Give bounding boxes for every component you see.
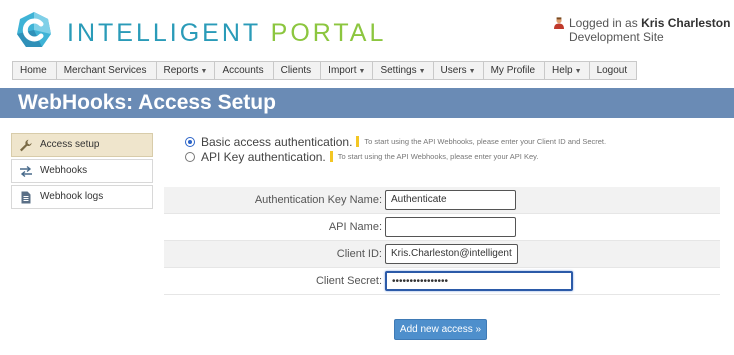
brand-name: INTELLIGENT PORTAL [67, 19, 386, 48]
wrench-icon [20, 139, 32, 152]
nav-item-merchant-services[interactable]: Merchant Services [57, 62, 157, 79]
nav-item-help[interactable]: Help ▼ [545, 62, 590, 79]
nav-item-accounts[interactable]: Accounts [215, 62, 274, 79]
api-name-input[interactable] [385, 217, 516, 237]
page-title-bar: WebHooks: Access Setup [0, 88, 734, 118]
chevron-down-icon: ▼ [468, 68, 476, 75]
auth-method-options: Basic access authentication. To start us… [185, 134, 606, 164]
page-title: WebHooks: Access Setup [18, 91, 276, 114]
header: INTELLIGENT PORTAL Logged in as Kris Cha… [0, 0, 734, 58]
site-name: Development Site [569, 30, 664, 44]
sidebar: Access setup Webhooks Webhook logs [11, 133, 153, 211]
nav-item-home[interactable]: Home [13, 62, 57, 79]
basic-auth-label[interactable]: Basic access authentication. [201, 135, 352, 149]
user-icon [554, 17, 564, 29]
nav-item-logout[interactable]: Logout [590, 62, 637, 79]
api-key-auth-hint: To start using the API Webhooks, please … [337, 152, 539, 161]
sidebar-item-label: Access setup [40, 139, 100, 150]
client-id-input[interactable]: Kris.Charleston@intelligent [385, 244, 518, 264]
chevron-down-icon: ▼ [574, 68, 582, 75]
client-id-label: Client ID: [336, 248, 382, 260]
api-key-auth-label[interactable]: API Key authentication. [201, 150, 326, 164]
nav-item-users[interactable]: Users ▼ [434, 62, 484, 79]
logged-in-line: Logged in as Kris Charleston [553, 16, 733, 30]
brand-word-intelligent: INTELLIGENT [67, 19, 261, 47]
user-name[interactable]: Kris Charleston [641, 16, 730, 30]
form-row-auth-key-name: Authentication Key Name: Authenticate [164, 187, 720, 214]
auth-key-name-label: Authentication Key Name: [254, 194, 382, 206]
form-row-client-secret: Client Secret: •••••••••••••••• [164, 268, 720, 295]
main-nav: Home Merchant Services Reports ▼ Accounts… [12, 61, 638, 80]
nav-item-my-profile[interactable]: My Profile [484, 62, 546, 79]
auth-key-name-input[interactable]: Authenticate [385, 190, 516, 210]
sidebar-item-webhooks[interactable]: Webhooks [11, 159, 153, 183]
chevron-down-icon: ▼ [418, 68, 426, 75]
transfer-arrows-icon [20, 165, 32, 178]
hint-marker [329, 151, 333, 162]
sidebar-item-access-setup[interactable]: Access setup [11, 133, 153, 157]
auth-option-basic: Basic access authentication. To start us… [185, 134, 606, 149]
sidebar-item-label: Webhook logs [40, 191, 104, 202]
hint-marker [356, 136, 360, 147]
api-key-auth-radio[interactable] [185, 151, 195, 162]
sidebar-item-webhook-logs[interactable]: Webhook logs [11, 185, 153, 209]
nav-item-import[interactable]: Import ▼ [321, 62, 374, 79]
nav-item-reports[interactable]: Reports ▼ [157, 62, 216, 79]
auth-option-api-key: API Key authentication. To start using t… [185, 149, 606, 164]
user-info: Logged in as Kris Charleston Development… [553, 16, 733, 44]
access-form: Authentication Key Name: Authenticate AP… [164, 187, 720, 295]
logged-in-prefix: Logged in as [569, 16, 642, 30]
form-row-api-name: API Name: [164, 214, 720, 241]
nav-item-clients[interactable]: Clients [274, 62, 322, 79]
add-new-access-button[interactable]: Add new access » [394, 319, 487, 340]
basic-auth-hint: To start using the API Webhooks, please … [364, 137, 607, 146]
sidebar-item-label: Webhooks [40, 165, 88, 176]
chevron-down-icon: ▼ [358, 68, 366, 75]
brand-word-portal: PORTAL [270, 19, 387, 47]
client-secret-label: Client Secret: [315, 275, 382, 287]
document-icon [21, 191, 31, 204]
nav-item-settings[interactable]: Settings ▼ [373, 62, 434, 79]
form-row-client-id: Client ID: Kris.Charleston@intelligent [164, 241, 720, 268]
client-secret-input[interactable]: •••••••••••••••• [385, 271, 573, 291]
api-name-label: API Name: [328, 221, 382, 233]
basic-auth-radio[interactable] [185, 136, 195, 147]
portal-logo-icon[interactable] [14, 10, 54, 50]
chevron-down-icon: ▼ [200, 68, 208, 75]
